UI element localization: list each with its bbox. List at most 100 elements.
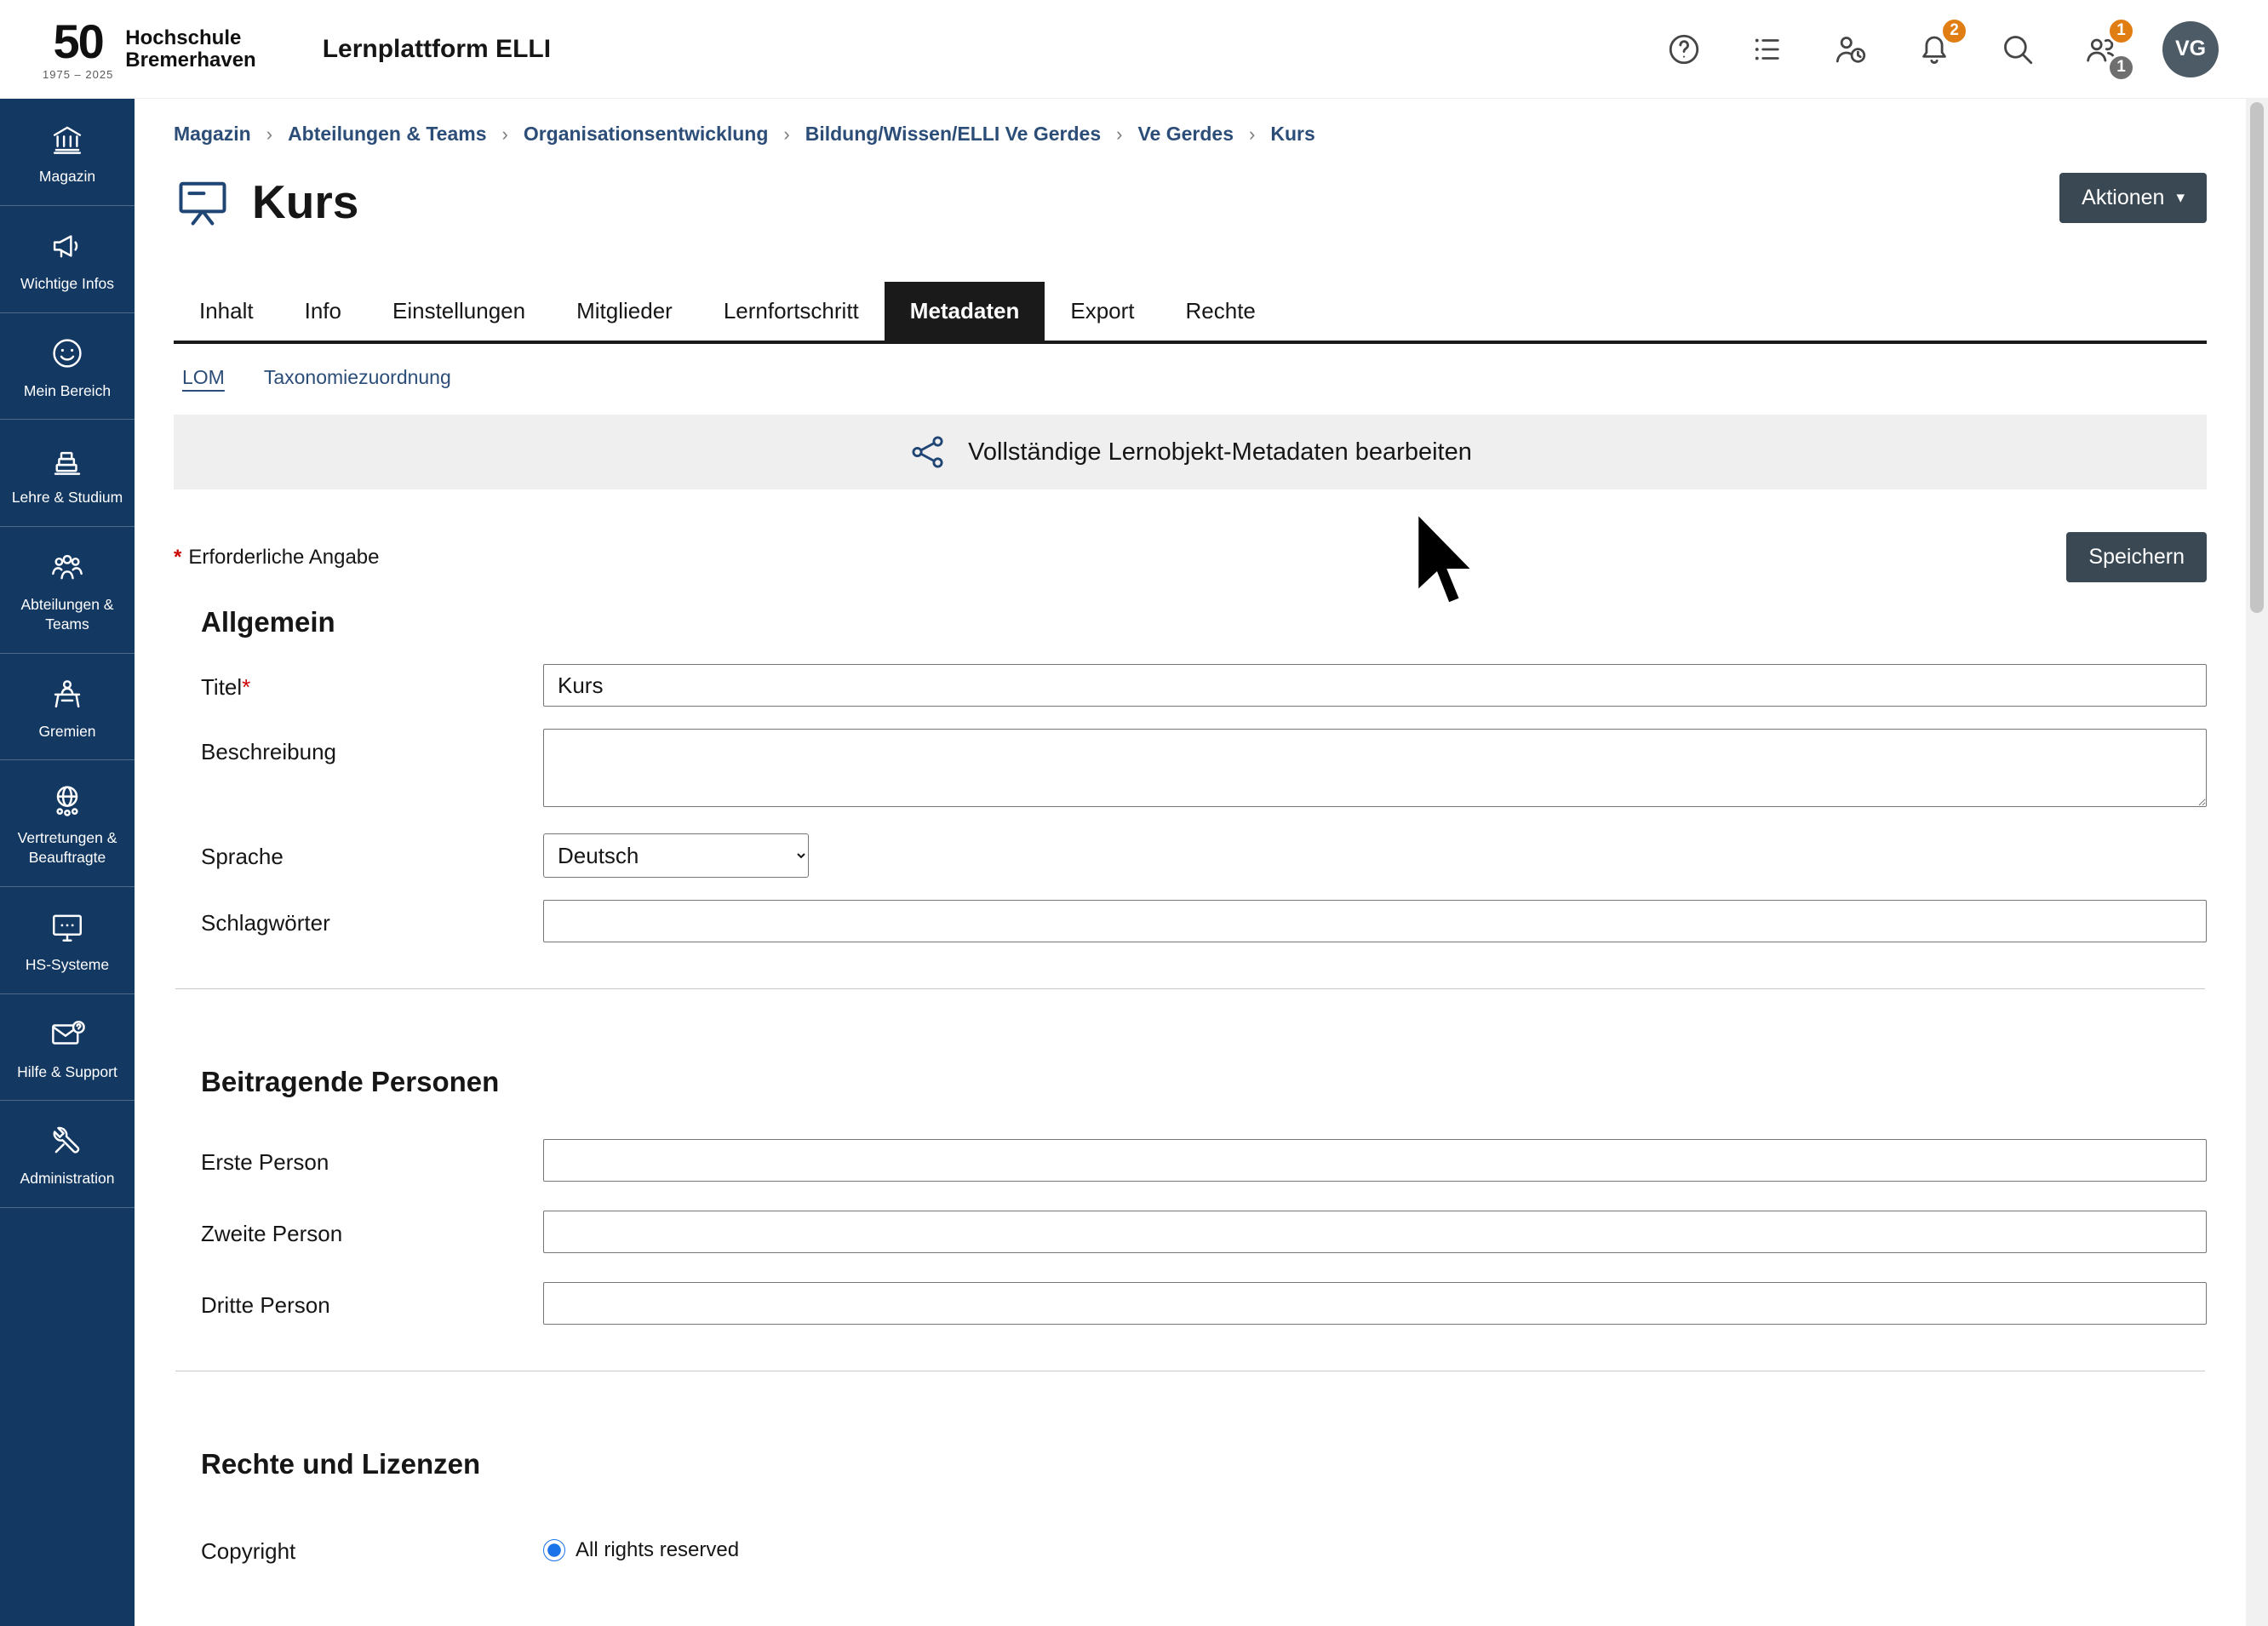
subtab-lom[interactable]: LOM [182,366,225,389]
sidebar-item-magazin[interactable]: Magazin [0,99,135,206]
breadcrumb-item[interactable]: Abteilungen & Teams [288,123,486,146]
logo-years: 1975 – 2025 [43,69,113,80]
page-title-row: Kurs Aktionen ▾ [174,173,2207,231]
section-heading-rechte: Rechte und Lizenzen [201,1448,2207,1480]
form-row-sprache: Sprache Deutsch [201,833,2207,878]
form-row-beschreibung: Beschreibung [201,729,2207,811]
form-row-titel: Titel* [201,664,2207,707]
logo-line1: Hochschule [125,27,255,49]
globe-people-icon [49,782,85,818]
actions-button[interactable]: Aktionen ▾ [2059,173,2207,223]
titel-label: Titel* [201,664,543,701]
page-title: Kurs [252,175,358,229]
sprache-label: Sprache [201,833,543,870]
notifications-button[interactable]: 2 [1912,27,1956,72]
schlagwoerter-input[interactable] [543,900,2207,942]
subtab-bar: LOM Taxonomiezuordnung [174,366,2207,389]
logo-line2: Bremerhaven [125,49,255,72]
copyright-radio-all-rights-reserved[interactable] [543,1539,565,1561]
breadcrumb-item[interactable]: Kurs [1270,123,1314,146]
main-sidebar: Magazin Wichtige Infos Mein Bereich Lehr… [0,99,135,1626]
breadcrumb-item[interactable]: Bildung/Wissen/ELLI Ve Gerdes [805,123,1101,146]
save-button[interactable]: Speichern [2066,532,2207,582]
tab-info[interactable]: Info [279,282,367,341]
erste-person-input[interactable] [543,1139,2207,1182]
form-row-copyright: Copyright All rights reserved [201,1528,2207,1565]
tab-einstellungen[interactable]: Einstellungen [367,282,551,341]
top-header: 50 1975 – 2025 Hochschule Bremerhaven Le… [0,0,2268,99]
tab-inhalt[interactable]: Inhalt [174,282,279,341]
schlagwoerter-label: Schlagwörter [201,900,543,936]
breadcrumb-item[interactable]: Organisationsentwicklung [524,123,769,146]
scrollbar-thumb[interactable] [2250,102,2264,613]
sidebar-item-label: Lehre & Studium [12,488,123,507]
section-heading-beitragende: Beitragende Personen [201,1066,2207,1098]
sidebar-item-label: Administration [20,1169,115,1188]
sidebar-item-abteilungen-teams[interactable]: Abteilungen & Teams [0,527,135,654]
tools-icon [49,1123,85,1159]
metadata-edit-banner[interactable]: Vollständige Lernobjekt-Metadaten bearbe… [174,415,2207,490]
dritte-person-input[interactable] [543,1282,2207,1325]
books-icon [49,442,85,478]
section-rechte-lizenzen: Rechte und Lizenzen Copyright All rights… [174,1448,2207,1565]
section-divider [175,988,2205,989]
question-circle-icon [1666,31,1702,67]
main-content: Magazin › Abteilungen & Teams › Organisa… [135,99,2246,1626]
person-clock-icon [1833,31,1869,67]
logo-50-badge: 50 [54,18,103,66]
section-beitragende-personen: Beitragende Personen Erste Person Zweite… [174,1066,2207,1325]
zweite-person-label: Zweite Person [201,1211,543,1247]
tab-bar: Inhalt Info Einstellungen Mitglieder Ler… [174,282,2207,344]
tab-lernfortschritt[interactable]: Lernfortschritt [698,282,885,341]
sidebar-item-vertretungen-beauftragte[interactable]: Vertretungen & Beauftragte [0,760,135,887]
header-icon-bar: 2 1 1 VG [1662,21,2219,77]
sidebar-item-label: Abteilungen & Teams [5,595,129,634]
todo-list-button[interactable] [1745,27,1790,72]
zweite-person-input[interactable] [543,1211,2207,1253]
breadcrumb-separator: › [1116,123,1122,146]
sidebar-item-label: Gremien [38,722,95,741]
subtab-taxonomiezuordnung[interactable]: Taxonomiezuordnung [264,366,451,389]
sidebar-item-wichtige-infos[interactable]: Wichtige Infos [0,206,135,313]
sidebar-item-hs-systeme[interactable]: HS-Systeme [0,887,135,994]
contacts-badge-secondary: 1 [2107,54,2135,82]
breadcrumb: Magazin › Abteilungen & Teams › Organisa… [174,99,2207,151]
required-asterisk: * [242,674,250,700]
breadcrumb-item[interactable]: Magazin [174,123,251,146]
breadcrumb-item[interactable]: Ve Gerdes [1137,123,1234,146]
user-avatar[interactable]: VG [2162,21,2219,77]
tab-rechte[interactable]: Rechte [1160,282,1281,341]
required-hint: *Erforderliche Angabe [174,546,380,570]
copyright-label: Copyright [201,1528,543,1565]
contacts-button[interactable]: 1 1 [2079,27,2123,72]
sprache-select[interactable]: Deutsch [543,833,809,878]
search-button[interactable] [1996,27,2040,72]
sidebar-item-label: Magazin [39,167,95,186]
sidebar-item-administration[interactable]: Administration [0,1101,135,1208]
awareness-button[interactable] [1829,27,1873,72]
bank-icon [49,121,85,157]
tab-export[interactable]: Export [1045,282,1160,341]
sidebar-item-label: Wichtige Infos [20,274,114,294]
actions-button-label: Aktionen [2082,186,2164,210]
tab-mitglieder[interactable]: Mitglieder [551,282,698,341]
university-logo[interactable]: 50 1975 – 2025 Hochschule Bremerhaven [43,18,256,80]
tab-metadaten[interactable]: Metadaten [885,282,1045,341]
help-button[interactable] [1662,27,1706,72]
sidebar-item-hilfe-support[interactable]: Hilfe & Support [0,994,135,1102]
beschreibung-textarea[interactable] [543,729,2207,807]
logo-name: Hochschule Bremerhaven [125,27,255,72]
titel-input[interactable] [543,664,2207,707]
required-asterisk: * [174,546,181,569]
vertical-scrollbar [2246,99,2268,1626]
sidebar-item-label: Vertretungen & Beauftragte [5,828,129,867]
dritte-person-label: Dritte Person [201,1282,543,1319]
metadata-edit-banner-label: Vollständige Lernobjekt-Metadaten bearbe… [968,438,1472,467]
copyright-option-row: All rights reserved [543,1528,2207,1562]
megaphone-icon [49,228,85,264]
committee-icon [49,676,85,712]
mail-help-icon [49,1016,85,1052]
sidebar-item-mein-bereich[interactable]: Mein Bereich [0,313,135,421]
sidebar-item-gremien[interactable]: Gremien [0,654,135,761]
sidebar-item-lehre-studium[interactable]: Lehre & Studium [0,420,135,527]
